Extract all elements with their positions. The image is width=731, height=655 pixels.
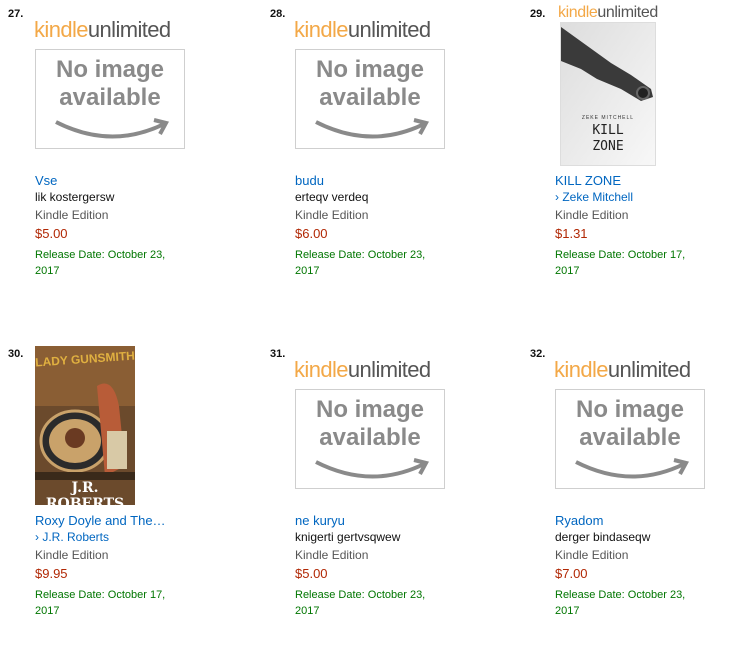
rank-number: 32. (530, 348, 546, 360)
edition-label: Kindle Edition (295, 548, 369, 562)
edition-label: Kindle Edition (295, 208, 369, 222)
rank-number: 29. (530, 8, 546, 20)
no-image-placeholder[interactable]: No image available (555, 389, 705, 489)
book-cover-roxy-doyle[interactable]: LADY GUNSMITH J.R. ROBERTS (35, 346, 135, 505)
amazon-smile-icon (55, 118, 169, 139)
no-image-placeholder[interactable]: No image available (295, 49, 445, 149)
amazon-smile-icon (315, 458, 429, 479)
author-link[interactable]: › Zeke Mitchell (555, 190, 633, 204)
no-image-placeholder[interactable]: No image available (35, 49, 185, 149)
author-link[interactable]: › J.R. Roberts (35, 530, 109, 544)
product-title-link[interactable]: KILL ZONE (555, 173, 695, 188)
price: $6.00 (295, 226, 328, 241)
release-date: Release Date: October 23, 2017 (295, 589, 426, 617)
product-title-link[interactable]: Vse (35, 173, 175, 188)
release-date: Release Date: October 17, 2017 (555, 249, 686, 277)
product-title-link[interactable]: ne kuryu (295, 513, 435, 528)
rank-number: 27. (8, 8, 24, 20)
release-date: Release Date: October 23, 2017 (35, 249, 166, 277)
kindle-unlimited-logo: kindleunlimited (558, 4, 658, 21)
kindle-unlimited-logo: kindleunlimited (294, 17, 431, 42)
author-name: knigerti gertvsqwew (295, 530, 401, 544)
price: $5.00 (295, 566, 328, 581)
price: $9.95 (35, 566, 68, 581)
release-date: Release Date: October 23, 2017 (555, 589, 686, 617)
no-image-placeholder[interactable]: No image available (295, 389, 445, 489)
edition-label: Kindle Edition (35, 208, 109, 222)
price: $5.00 (35, 226, 68, 241)
rank-number: 28. (270, 8, 286, 20)
release-date: Release Date: October 23, 2017 (295, 249, 426, 277)
kindle-unlimited-logo: kindleunlimited (294, 357, 431, 382)
kindle-unlimited-logo: kindleunlimited (34, 17, 171, 42)
book-cover-kill-zone[interactable]: ZEKE MITCHELL KILL ZONE (560, 22, 656, 166)
edition-label: Kindle Edition (35, 548, 109, 562)
edition-label: Kindle Edition (555, 208, 629, 222)
author-name: erteqv verdeq (295, 190, 369, 204)
edition-label: Kindle Edition (555, 548, 629, 562)
product-title-link[interactable]: Roxy Doyle and The… (35, 513, 175, 528)
rank-number: 31. (270, 348, 286, 360)
product-title-link[interactable]: Ryadom (555, 513, 695, 528)
rank-number: 30. (8, 348, 24, 360)
price: $1.31 (555, 226, 588, 241)
kindle-unlimited-logo: kindleunlimited (554, 357, 691, 382)
author-name: lik kostergersw (35, 190, 115, 204)
amazon-smile-icon (315, 118, 429, 139)
product-title-link[interactable]: budu (295, 173, 435, 188)
amazon-smile-icon (575, 458, 689, 479)
release-date: Release Date: October 17, 2017 (35, 589, 166, 617)
author-name: derger bindaseqw (555, 530, 651, 544)
price: $7.00 (555, 566, 588, 581)
